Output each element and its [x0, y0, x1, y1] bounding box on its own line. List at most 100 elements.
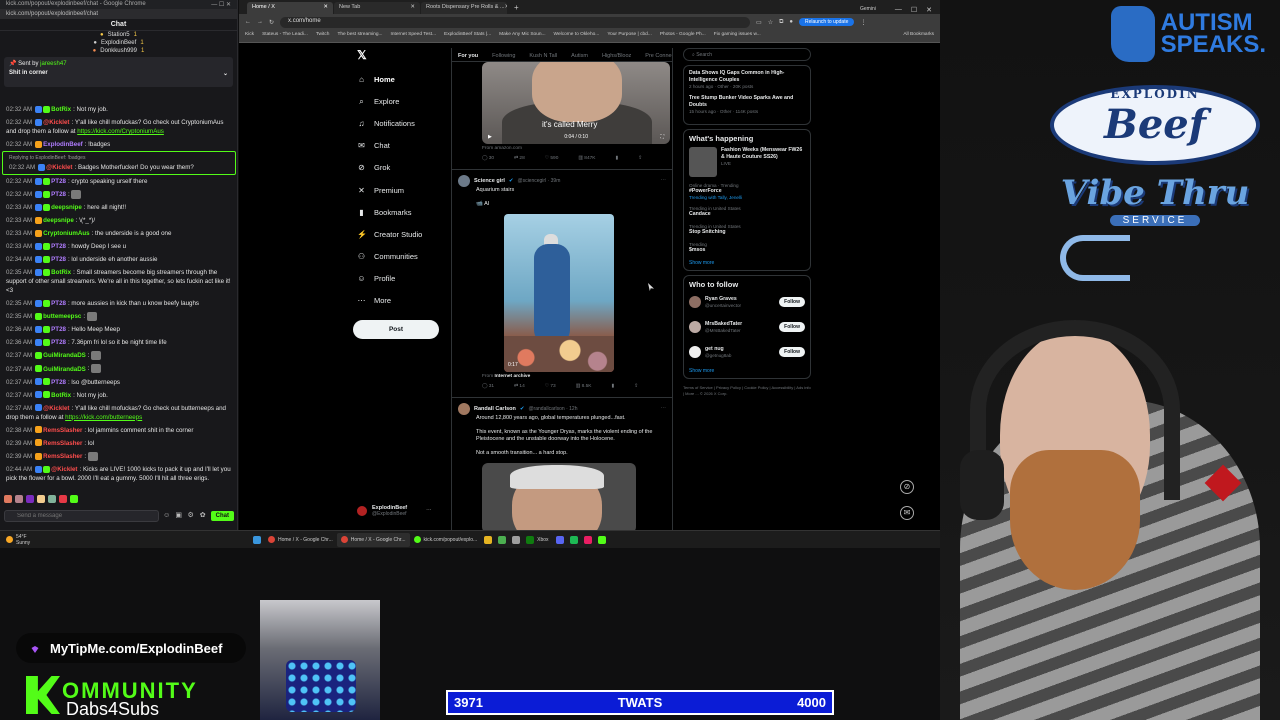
new-tab-button[interactable]: + — [508, 3, 525, 14]
tweet-video-diver[interactable]: 0:17 — [504, 214, 614, 372]
gemini-button[interactable]: Gemini — [860, 6, 876, 14]
nav-item-notifications[interactable]: ♫ Notifications — [351, 112, 451, 134]
chat-username[interactable]: RemsSlasher — [43, 453, 82, 460]
all-bookmarks-button[interactable]: All Bookmarks — [903, 32, 934, 40]
chat-message[interactable]: 02:33 AM deepsnipe: here all night!! — [0, 201, 237, 214]
avatar[interactable] — [689, 295, 701, 308]
bookmark-item[interactable]: Make Any Mic Soun... — [499, 32, 545, 40]
show-more-link[interactable]: Show more — [689, 260, 805, 266]
feed-tab[interactable]: Autism — [571, 53, 588, 59]
taskbar-app[interactable]: kick.com/popout/explo... — [410, 533, 482, 547]
taskbar-app[interactable]: Home / X - Google Chr... — [336, 532, 410, 547]
trend-related[interactable]: Trending with Tally, Jenelli — [689, 195, 805, 200]
tweet-randall-carlson[interactable]: Randall Carlson ✔ @randallcarlson · 12h … — [452, 397, 672, 530]
chat-message[interactable]: 02:34 AM PT28: lol underside eh another a… — [0, 253, 237, 266]
bookmark-item[interactable]: Fix gaming issues w... — [714, 32, 761, 40]
emote-icon[interactable] — [15, 495, 23, 503]
nav-item-communities[interactable]: ⚇ Communities — [351, 246, 451, 268]
play-icon[interactable]: ▶ — [488, 134, 492, 140]
bookmark-item[interactable]: Kick — [245, 32, 254, 40]
emote-icon[interactable] — [4, 495, 12, 503]
chat-username[interactable]: RemsSlasher — [43, 440, 82, 447]
chat-username[interactable]: PT28 — [51, 256, 66, 263]
trend-item[interactable]: Fashion Weeks (Menswear FW26 & Haute Cou… — [689, 147, 805, 177]
profile-icon[interactable]: ● — [789, 19, 793, 25]
nav-item-grok[interactable]: ⊘ Grok — [351, 157, 451, 179]
chat-username[interactable]: @Kicklet — [43, 119, 69, 126]
chat-username[interactable]: deepsnipe — [51, 204, 82, 211]
taskbar-pinned-app-icon[interactable] — [555, 535, 564, 544]
taskbar-pinned-app-icon[interactable] — [484, 535, 493, 544]
bookmark-icon[interactable]: ▮ — [611, 384, 614, 392]
emote-strip[interactable] — [4, 495, 78, 505]
views-action[interactable]: ▥ 847K — [578, 156, 595, 164]
tab-close-icon[interactable]: ✕ — [323, 4, 328, 12]
like-action[interactable]: ♡ 73 — [545, 384, 556, 392]
nav-item-more[interactable]: ⋯ More — [351, 290, 451, 312]
chat-username[interactable]: BotRix — [51, 269, 71, 276]
emoji-icon[interactable]: ☺ — [163, 512, 171, 520]
chat-username[interactable]: buttemeepsc — [43, 313, 81, 320]
chat-message[interactable]: 02:32 AM ExplodinBeef: !badges — [0, 138, 237, 151]
bookmark-item[interactable]: Photos - Google Ph... — [660, 32, 706, 40]
browser-tab[interactable]: Roots Dispensary Pre Rolls & ... ✕ — [421, 2, 507, 14]
message-link[interactable]: https://kick.com/butterneeps — [65, 414, 142, 421]
follow-button[interactable]: Follow — [779, 321, 805, 332]
chat-username[interactable]: BotRix — [51, 106, 71, 113]
taskbar-pinned-app-icon[interactable] — [569, 535, 578, 544]
x-search-input[interactable]: ⌕ Search — [683, 48, 811, 61]
pinned-message[interactable]: 📌 Sent by jareesh47 Shit in corner ⌄ — [4, 57, 233, 87]
chat-username[interactable]: PT28 — [51, 243, 66, 250]
grok-icon[interactable]: ⊘ — [900, 480, 914, 494]
video-source[interactable]: From Internet archive — [482, 374, 666, 379]
nav-item-creator-studio[interactable]: ⚡ Creator Studio — [351, 223, 451, 245]
fullscreen-icon[interactable]: ⛶ — [660, 134, 664, 140]
share-icon[interactable]: ⇪ — [638, 156, 642, 164]
taskbar-pinned-app-icon[interactable] — [597, 535, 606, 544]
nav-item-chat[interactable]: ✉ Chat — [351, 135, 451, 157]
chat-message[interactable]: 02:33 AM PT28: howdy Deep I see u — [0, 240, 237, 253]
emote-icon[interactable] — [26, 495, 34, 503]
avatar[interactable] — [458, 403, 470, 415]
emote-picker-icon[interactable]: ✿ — [199, 512, 207, 520]
chat-username[interactable]: GuiMirandaDS — [43, 366, 86, 373]
nav-item-profile[interactable]: ☺ Profile — [351, 268, 451, 290]
star-icon[interactable]: ☆ — [768, 19, 773, 26]
bookmark-item[interactable]: Internet Speed Test... — [391, 32, 437, 40]
chat-message[interactable]: 02:37 AM @Kicklet: Y'all like chill mofuc… — [0, 402, 237, 424]
nav-item-premium[interactable]: ✕ Premium — [351, 179, 451, 201]
chat-message[interactable]: 02:37 AM GuiMirandaDS: — [0, 349, 237, 362]
tweet-handle[interactable]: @randallcarlson · 12h — [528, 406, 577, 412]
more-icon[interactable]: ⋯ — [661, 178, 667, 184]
chat-username[interactable]: CryptoniumAus — [43, 230, 89, 237]
close-icon[interactable]: ✕ — [926, 6, 932, 14]
forward-arrow-icon[interactable]: → — [257, 19, 263, 25]
feed-tab[interactable]: Highs/Blooz — [602, 53, 631, 59]
menu-dots-icon[interactable]: ⋮ — [860, 19, 866, 26]
chat-username[interactable]: @Kicklet — [43, 405, 69, 412]
video-player[interactable]: it's called Merry ▶ 0:04 / 0:10 ⛶ — [482, 62, 670, 144]
chevron-down-icon[interactable]: ⌄ — [223, 70, 228, 77]
bookmark-item[interactable]: Your Purpose | cbd... — [607, 32, 652, 40]
tweet-author[interactable]: Randall Carlson — [474, 406, 516, 412]
window-controls[interactable]: — ☐ ✕ — [211, 1, 231, 8]
show-more-link[interactable]: Show more — [689, 368, 805, 374]
chat-message[interactable]: 02:32 AM PT28: — [0, 188, 237, 201]
more-icon[interactable]: ⋯ — [426, 508, 432, 514]
chat-username[interactable]: BotRix — [51, 392, 71, 399]
minimize-icon[interactable]: — — [895, 6, 902, 14]
trend-item[interactable]: Trending in United States Stop Snitching — [689, 224, 805, 236]
chat-username[interactable]: PT28 — [51, 300, 66, 307]
taskbar-pinned-app-icon[interactable] — [498, 535, 507, 544]
chat-message[interactable]: 02:39 AM RemsSlasher: — [0, 450, 237, 463]
chat-username[interactable]: @Kicklet — [46, 164, 72, 171]
taskbar-pinned-app-icon[interactable] — [512, 535, 521, 544]
leaderboard-entry[interactable]: ● Station5 1 — [100, 32, 137, 38]
footer-links[interactable]: Terms of Service | Privacy Policy | Cook… — [683, 385, 811, 397]
taskbar-pinned-app-icon[interactable] — [583, 535, 592, 544]
chat-send-button[interactable]: Chat — [210, 511, 234, 521]
reply-action[interactable]: ◯ 30 — [482, 156, 494, 164]
windows-start-icon[interactable] — [253, 535, 261, 544]
trend-item[interactable]: Trending $msos — [689, 242, 805, 254]
back-arrow-icon[interactable]: ← — [245, 19, 251, 25]
